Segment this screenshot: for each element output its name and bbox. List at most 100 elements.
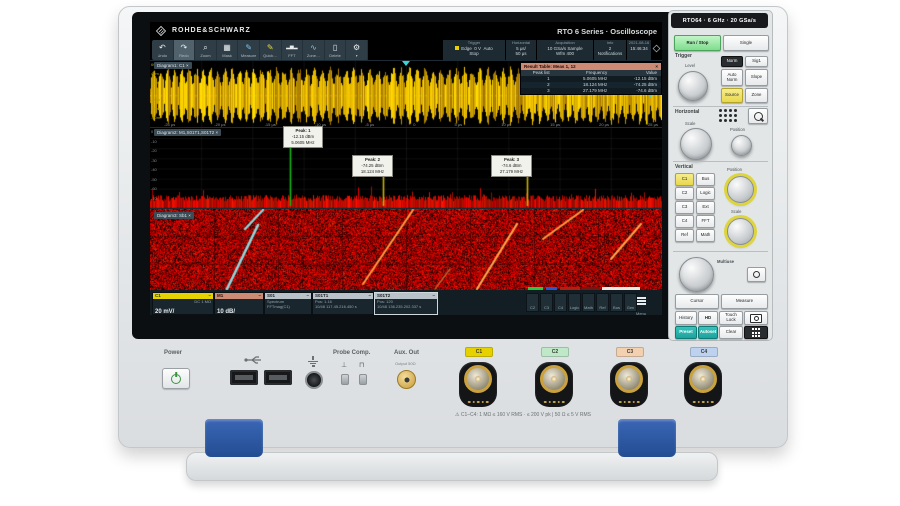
- slope-key[interactable]: Slope: [745, 69, 768, 86]
- peak-flag-1[interactable]: Peak: 1 -12.15 dBm 5.0605 MHz: [283, 126, 323, 148]
- table-row[interactable]: 327.179 MHz-74.6 dBm: [521, 88, 661, 94]
- keypad-button[interactable]: [744, 326, 768, 339]
- usb-port-2[interactable]: [264, 370, 292, 385]
- zone-key[interactable]: Zone: [745, 88, 768, 103]
- usb-port-1[interactable]: [230, 370, 258, 385]
- channel3-chip: C3: [616, 347, 644, 357]
- close-icon[interactable]: ×: [655, 63, 658, 70]
- trigger-level-knob[interactable]: [678, 71, 708, 101]
- preset-button[interactable]: Preset: [675, 326, 697, 339]
- s01t1-badge[interactable]: S01T1– Pos: 1.16 10/48 117.45.216.450 s: [312, 292, 374, 315]
- trigger-source-key[interactable]: Source: [721, 88, 743, 103]
- zone-button[interactable]: ∿Zone…: [303, 40, 325, 60]
- vertical-bus-key[interactable]: Bus: [696, 173, 715, 186]
- quick-action-button[interactable]: ✎Quick…: [260, 40, 282, 60]
- vertical-c1-key[interactable]: C1: [675, 173, 694, 186]
- peak-flag-2[interactable]: Peak: 2 -74.25 dBm 18.124 MHz: [352, 155, 393, 177]
- vertical-c4-key[interactable]: C4: [675, 215, 694, 228]
- undo-button[interactable]: ↶Undo: [152, 40, 174, 60]
- stand-foot-right: [618, 419, 676, 457]
- single-button[interactable]: Single: [723, 35, 769, 51]
- diagram2-tab[interactable]: Diagram2: M1,S01T1,S01T2 ×: [154, 129, 221, 136]
- channel1-badge[interactable]: C1– 20 mV/ DC 1 MΩ 13.6 mV 500 MHz: [152, 292, 214, 315]
- multiuse-knob[interactable]: [679, 257, 714, 292]
- hamburger-icon: [637, 296, 646, 307]
- trigger-info-box[interactable]: Trigger Edge 0 V Auto Stop: [443, 40, 506, 60]
- power-button[interactable]: [162, 368, 190, 389]
- diagram1-c1[interactable]: Diagram1: C1 × 60m40m20m0-20m-40m-60m -2…: [150, 60, 662, 128]
- touchscreen[interactable]: ROHDE&SCHWARZ RTO 6 Series · Oscilloscop…: [150, 22, 662, 315]
- diagram3-tab[interactable]: Diagram3: Sb1 ×: [154, 212, 194, 219]
- auto-norm-key[interactable]: Auto Norm: [721, 69, 743, 86]
- diagram1-tab[interactable]: Diagram1: C1 ×: [154, 62, 192, 69]
- redo-icon: ↷: [181, 43, 188, 53]
- horizontal-position-knob[interactable]: [731, 135, 752, 156]
- tick-label: 10 μs: [501, 122, 511, 127]
- measure-button[interactable]: Measure: [721, 294, 768, 309]
- channel2-button[interactable]: C2: [526, 293, 539, 312]
- history-button[interactable]: History: [675, 311, 697, 325]
- measure-button[interactable]: ✎Measure: [238, 40, 260, 60]
- aux-out-sublabel: Output 50Ω: [395, 361, 416, 366]
- channel4-button[interactable]: C4: [554, 293, 567, 312]
- trigger-norm-key[interactable]: Norm: [721, 56, 743, 67]
- warning-icon: ⚠: [455, 412, 459, 418]
- probe-comp-pin-1[interactable]: [341, 374, 349, 385]
- info-notifications-box[interactable]: Info 2 Notifications: [594, 40, 627, 60]
- add-math-button[interactable]: Math: [582, 293, 595, 312]
- vertical-c2-key[interactable]: C2: [675, 187, 694, 200]
- ground-icon: [307, 355, 319, 368]
- vertical-position-knob[interactable]: [727, 176, 754, 203]
- result-table[interactable]: Result Table: Meas 1, 12× Peak listFrequ…: [520, 62, 662, 95]
- fft-spectrum-canvas[interactable]: [150, 128, 662, 209]
- run-stop-button[interactable]: Run / Stop: [674, 35, 721, 51]
- spectrogram-canvas[interactable]: [150, 209, 662, 291]
- menu-button[interactable]: Menu: [628, 293, 654, 315]
- vertical-math-key[interactable]: Math: [696, 229, 715, 242]
- level-knob-label: Level: [685, 63, 695, 68]
- trigger-position-marker[interactable]: [402, 61, 410, 66]
- zoom-button[interactable]: ⌕Zoom: [195, 40, 217, 60]
- horizontal-info-box[interactable]: Horizontal 5 μs/ 50 μs: [506, 40, 537, 60]
- probe-comp-pin-2[interactable]: [359, 374, 367, 385]
- vertical-fft-key[interactable]: FFT: [696, 215, 715, 228]
- acquisition-info-box[interactable]: Acquisition 10 GSa/s Sample Wfm 400: [537, 40, 594, 60]
- tick-label: 20 μs: [599, 122, 609, 127]
- s01t2-badge[interactable]: S01T2– Pos: 120 10/48 136.235.202.337 s: [374, 292, 438, 315]
- channel3-button[interactable]: C3: [540, 293, 553, 312]
- redo-button[interactable]: ↷Redo: [174, 40, 196, 60]
- intensity-key[interactable]: [747, 267, 766, 282]
- oscilloscope-front: ROHDE&SCHWARZ RTO 6 Series · Oscilloscop…: [0, 0, 900, 506]
- delete-button[interactable]: ▯Delete: [325, 40, 347, 60]
- cursor-button[interactable]: Cursor: [675, 294, 719, 309]
- vertical-ext-key[interactable]: Ext: [696, 201, 715, 214]
- trigger-sig1-key[interactable]: Sig1: [745, 56, 768, 67]
- vertical-ref-key[interactable]: Ref: [675, 229, 694, 242]
- logic-button[interactable]: Logic: [568, 293, 581, 312]
- horizontal-zoom-key[interactable]: [748, 108, 768, 124]
- aux-out-label: Aux. Out: [394, 350, 419, 356]
- autoset-button[interactable]: Autoset: [698, 326, 718, 339]
- spectrum-badge[interactable]: S01– Spectrum FFTmag(C1): [264, 292, 312, 315]
- diagram2-fft[interactable]: Diagram2: M1,S01T1,S01T2 × 0-10-20-30-40…: [150, 127, 662, 209]
- vertical-c3-key[interactable]: C3: [675, 201, 694, 214]
- math1-badge[interactable]: M1– 10 dB/ FFTmag(C1) 80 MHz, 50 kHz -2 …: [214, 292, 264, 315]
- peak-flag-3[interactable]: Peak: 3 -74.6 dBm 27.179 MHz: [491, 155, 532, 177]
- aux-out-connector[interactable]: [397, 370, 416, 389]
- diagram3-spectrogram[interactable]: Diagram3: Sb1 ×: [150, 208, 662, 291]
- horizontal-scale-knob[interactable]: [680, 128, 712, 160]
- vertical-logic-key[interactable]: Logic: [696, 187, 715, 200]
- clear-button[interactable]: Clear: [719, 326, 743, 339]
- ground-jack[interactable]: [305, 371, 323, 389]
- touch-lock-button[interactable]: Touch Lock: [719, 311, 743, 325]
- add-ref-button[interactable]: Ref: [596, 293, 609, 312]
- mask-button[interactable]: ▦Mask: [217, 40, 239, 60]
- camera-button[interactable]: [744, 311, 768, 325]
- tick-label: 20m: [151, 81, 160, 85]
- vertical-scale-knob[interactable]: [727, 218, 754, 245]
- fft-button[interactable]: ▂▅▂FFT: [282, 40, 304, 60]
- toolbar-settings-button[interactable]: ⚙▾: [346, 40, 368, 60]
- h-position-label: Position: [730, 127, 745, 132]
- add-bus-button[interactable]: Bus: [610, 293, 623, 312]
- hd-button[interactable]: HD: [698, 311, 718, 325]
